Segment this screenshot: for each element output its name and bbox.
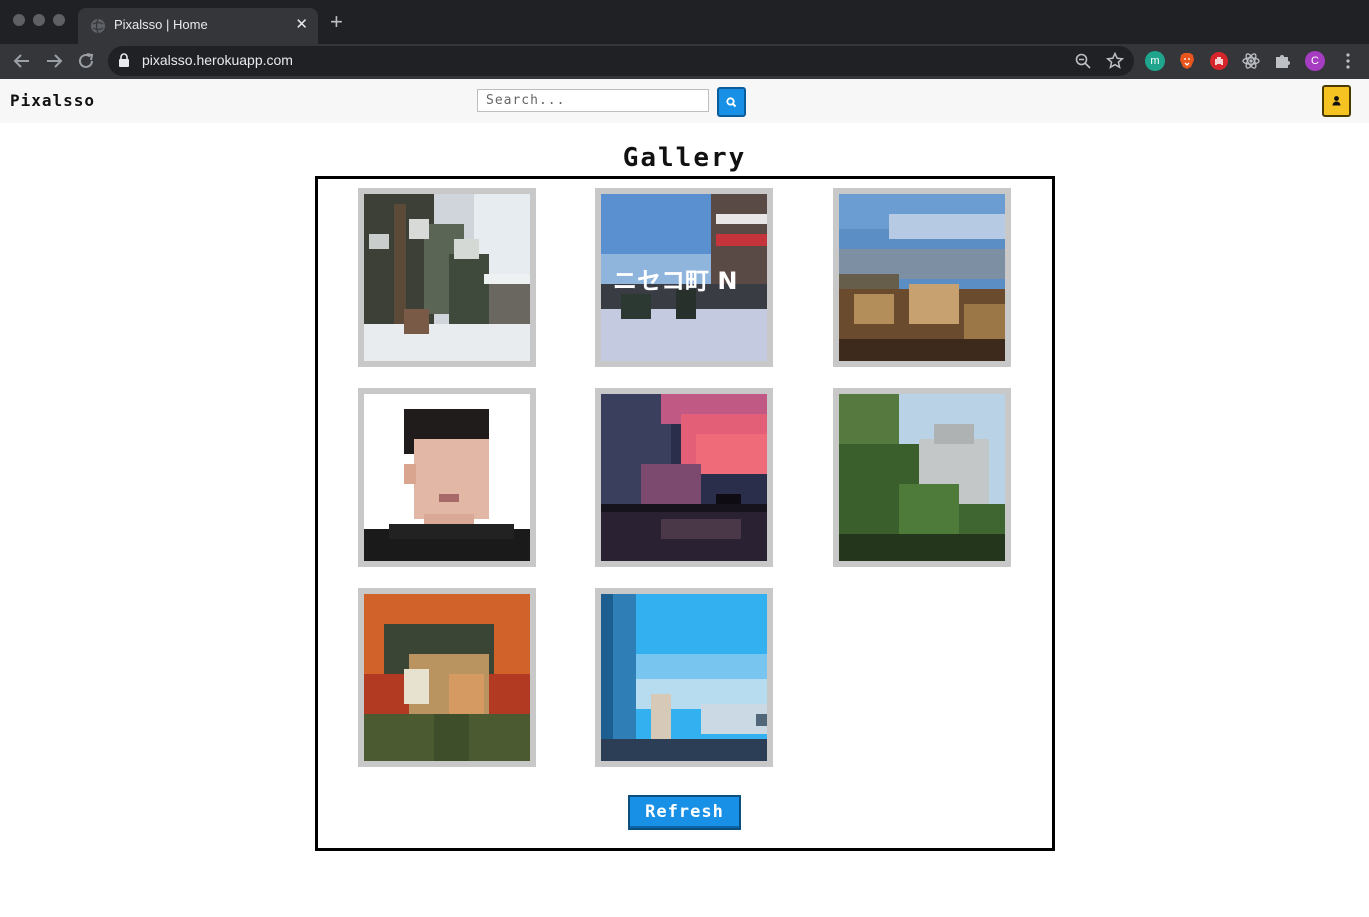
refresh-button[interactable]: Refresh xyxy=(628,795,741,830)
bookmark-star-icon[interactable] xyxy=(1106,52,1124,70)
gallery-image-van-gogh-self-portrait[interactable] xyxy=(358,588,536,767)
reload-icon[interactable] xyxy=(75,50,97,72)
gallery-image-pink-sunset-pier[interactable] xyxy=(595,388,773,567)
overlay-text: ニセコ町 N xyxy=(613,267,737,295)
profile-avatar[interactable]: C xyxy=(1305,51,1325,71)
kebab-menu-icon[interactable] xyxy=(1338,51,1358,71)
stop-hand-icon[interactable] xyxy=(1209,51,1229,71)
gallery-image-garden-building[interactable] xyxy=(833,388,1011,567)
gallery-image-mountain-autumn[interactable] xyxy=(833,188,1011,367)
new-tab-icon[interactable]: + xyxy=(330,11,343,33)
globe-icon xyxy=(91,18,105,34)
browser-toolbar: pixalsso.herokuapp.com m C xyxy=(0,44,1369,79)
gallery-image-snowy-forest[interactable] xyxy=(358,188,536,367)
puzzle-piece-icon[interactable] xyxy=(1273,51,1293,71)
tab-title: Pixalsso | Home xyxy=(114,17,208,32)
forward-arrow-icon[interactable] xyxy=(43,50,65,72)
tab-close-icon[interactable]: ✕ xyxy=(295,15,308,33)
user-icon xyxy=(1332,96,1341,106)
search-input[interactable] xyxy=(477,89,709,112)
window-maximize-dot[interactable] xyxy=(53,14,65,26)
extension-m-icon[interactable]: m xyxy=(1145,51,1165,71)
user-button[interactable] xyxy=(1322,85,1351,117)
app-navbar: Pixalsso xyxy=(0,79,1369,123)
url-text: pixalsso.herokuapp.com xyxy=(142,52,293,68)
gallery-image-portrait-man[interactable] xyxy=(358,388,536,567)
back-arrow-icon[interactable] xyxy=(11,50,33,72)
zoom-icon[interactable] xyxy=(1074,52,1092,70)
browser-tab-bar: Pixalsso | Home ✕ + xyxy=(0,0,1369,44)
lock-icon xyxy=(119,53,129,67)
gallery-image-ski-resort[interactable]: ニセコ町 N xyxy=(595,188,773,367)
brand-logo[interactable]: Pixalsso xyxy=(10,91,95,110)
browser-tab[interactable]: Pixalsso | Home ✕ xyxy=(78,8,318,44)
gallery-image-blue-sky-pixels[interactable] xyxy=(595,588,773,767)
window-close-dot[interactable] xyxy=(13,14,25,26)
search-button[interactable] xyxy=(717,87,746,117)
address-bar[interactable]: pixalsso.herokuapp.com xyxy=(108,46,1134,76)
react-atom-icon[interactable] xyxy=(1241,51,1261,71)
gallery-title: Gallery xyxy=(622,143,747,173)
brave-lion-icon[interactable] xyxy=(1177,51,1197,71)
window-minimize-dot[interactable] xyxy=(33,14,45,26)
search-icon xyxy=(726,97,737,108)
